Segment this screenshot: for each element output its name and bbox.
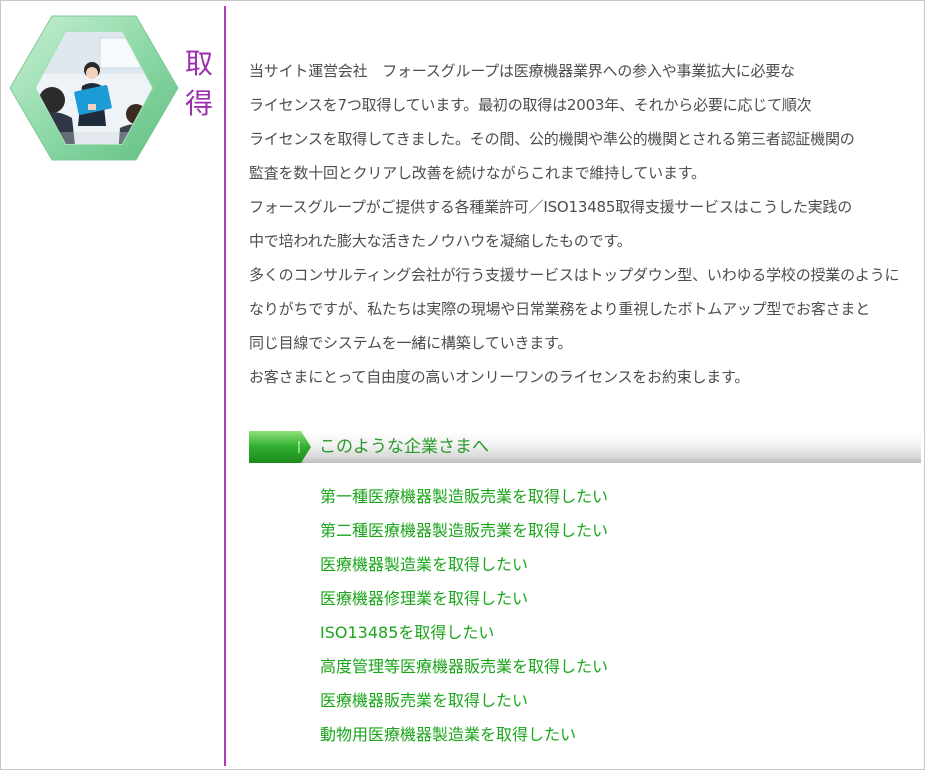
vertical-heading: 取 得	[181, 44, 217, 124]
section-header: このような企業さまへ	[249, 431, 921, 463]
intro-line: フォースグループがご提供する各種業許可／ISO13485取得支援サービスはこうし…	[249, 198, 853, 216]
green-arrow-tab-icon	[249, 431, 311, 463]
intro-text: 当サイト運営会社 フォースグループは医療機器業界への参入や事業拡大に必要な ライ…	[249, 54, 919, 394]
intro-line: なりがちですが、私たちは実際の現場や日常業務をより重視したボトムアップ型でお客さ…	[249, 300, 871, 318]
section-title: このような企業さまへ	[319, 437, 489, 457]
list-item: 第二種医療機器製造販売業を取得したい	[320, 518, 608, 552]
vertical-divider	[224, 6, 226, 766]
intro-line: お客さまにとって自由度の高いオンリーワンのライセンスをお約束します。	[249, 368, 750, 386]
service-link[interactable]: 医療機器製造業を取得したい	[320, 555, 528, 574]
service-link[interactable]: 高度管理等医療機器販売業を取得したい	[320, 657, 608, 676]
intro-line: 監査を数十回とクリアし改善を続けながらこれまで維持しています。	[249, 164, 706, 182]
service-link[interactable]: 動物用医療機器製造業を取得したい	[320, 725, 576, 744]
list-item: 医療機器製造業を取得したい	[320, 552, 608, 586]
intro-line: 中で培われた膨大な活きたノウハウを凝縮したものです。	[249, 232, 632, 250]
intro-line: 当サイト運営会社 フォースグループは医療機器業界への参入や事業拡大に必要な	[249, 62, 795, 80]
heading-char: 得	[184, 87, 213, 120]
service-link[interactable]: 医療機器販売業を取得したい	[320, 691, 528, 710]
list-item: ISO13485を取得したい	[320, 620, 608, 654]
intro-line: ライセンスを取得してきました。その間、公的機関や準公的機関とされる第三者認証機関…	[249, 130, 855, 148]
list-item: 動物用医療機器製造業を取得したい	[320, 722, 608, 756]
intro-line: 同じ目線でシステムを一緒に構築していきます。	[249, 334, 573, 352]
list-item: 第一種医療機器製造販売業を取得したい	[320, 484, 608, 518]
list-item: 医療機器修理業を取得したい	[320, 586, 608, 620]
service-link[interactable]: 第二種医療機器製造販売業を取得したい	[320, 521, 608, 540]
hexagon-photo	[8, 14, 180, 162]
list-item: 医療機器販売業を取得したい	[320, 688, 608, 722]
intro-line: 多くのコンサルティング会社が行う支援サービスはトップダウン型、いわゆる学校の授業…	[249, 266, 900, 284]
heading-char: 取	[184, 47, 213, 80]
service-link-list: 第一種医療機器製造販売業を取得したい 第二種医療機器製造販売業を取得したい 医療…	[320, 484, 608, 756]
service-link[interactable]: 第一種医療機器製造販売業を取得したい	[320, 487, 608, 506]
intro-line: ライセンスを7つ取得しています。最初の取得は2003年、それから必要に応じて順次	[249, 96, 812, 114]
service-link[interactable]: 医療機器修理業を取得したい	[320, 589, 528, 608]
list-item: 高度管理等医療機器販売業を取得したい	[320, 654, 608, 688]
service-link[interactable]: ISO13485を取得したい	[320, 623, 494, 642]
